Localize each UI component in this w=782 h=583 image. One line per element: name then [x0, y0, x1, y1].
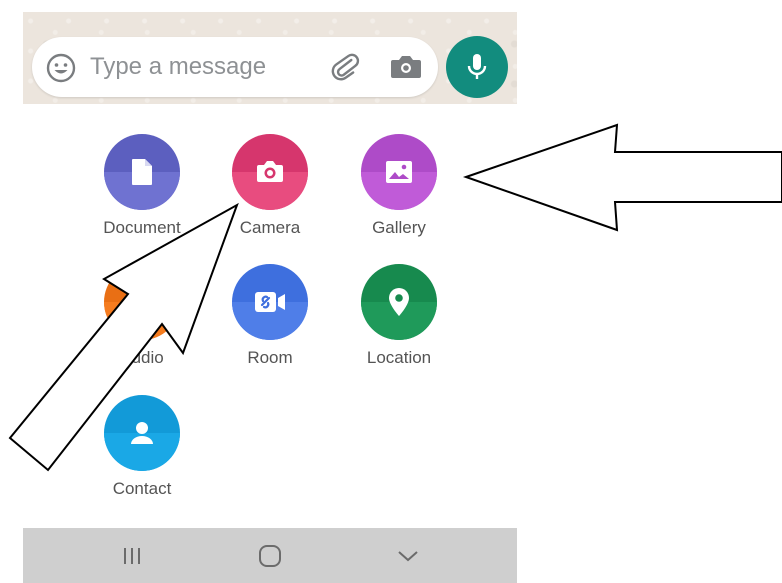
- location-circle[interactable]: [361, 264, 437, 340]
- video-link-icon: [255, 292, 285, 312]
- emoji-icon: [46, 53, 76, 83]
- attach-contact[interactable]: Contact: [82, 395, 202, 505]
- attach-document[interactable]: Document: [82, 134, 202, 244]
- recents-icon: [124, 547, 140, 564]
- camera-icon: [257, 161, 283, 182]
- home-icon: [259, 544, 281, 567]
- attach-location[interactable]: Location: [339, 264, 459, 374]
- person-icon: [131, 422, 153, 444]
- message-input[interactable]: [90, 50, 310, 84]
- attach-room[interactable]: Room: [210, 264, 330, 374]
- attach-audio[interactable]: Audio: [82, 264, 202, 374]
- headphones-icon: [130, 290, 154, 314]
- document-circle[interactable]: [104, 134, 180, 210]
- location-pin-icon: [389, 288, 409, 316]
- camera-circle[interactable]: [232, 134, 308, 210]
- microphone-icon: [467, 54, 487, 79]
- camera-icon: [391, 56, 421, 78]
- back-button[interactable]: [378, 528, 438, 583]
- recents-button[interactable]: [102, 528, 162, 583]
- attach-gallery[interactable]: Gallery: [339, 134, 459, 244]
- document-icon: [132, 159, 152, 185]
- back-icon: [398, 550, 418, 561]
- attach-label-gallery: Gallery: [372, 218, 426, 237]
- home-button[interactable]: [240, 528, 300, 583]
- room-circle[interactable]: [232, 264, 308, 340]
- attach-label-contact: Contact: [112, 479, 172, 498]
- gallery-circle[interactable]: [361, 134, 437, 210]
- attach-camera[interactable]: Camera: [210, 134, 330, 244]
- arrow-to-gallery: [462, 123, 782, 232]
- image-icon: [386, 161, 412, 183]
- attach-button[interactable]: [328, 50, 362, 84]
- attach-label-camera: Camera: [239, 218, 301, 237]
- audio-circle[interactable]: [104, 264, 180, 340]
- paperclip-icon: [331, 53, 360, 81]
- attach-label-document: Document: [103, 218, 181, 237]
- attach-label-audio: Audio: [120, 348, 164, 367]
- voice-message-button[interactable]: [446, 36, 508, 98]
- emoji-button[interactable]: [44, 51, 78, 85]
- attach-label-room: Room: [247, 348, 293, 367]
- composer-camera-button[interactable]: [388, 52, 424, 82]
- attach-label-location: Location: [366, 348, 432, 367]
- contact-circle[interactable]: [104, 395, 180, 471]
